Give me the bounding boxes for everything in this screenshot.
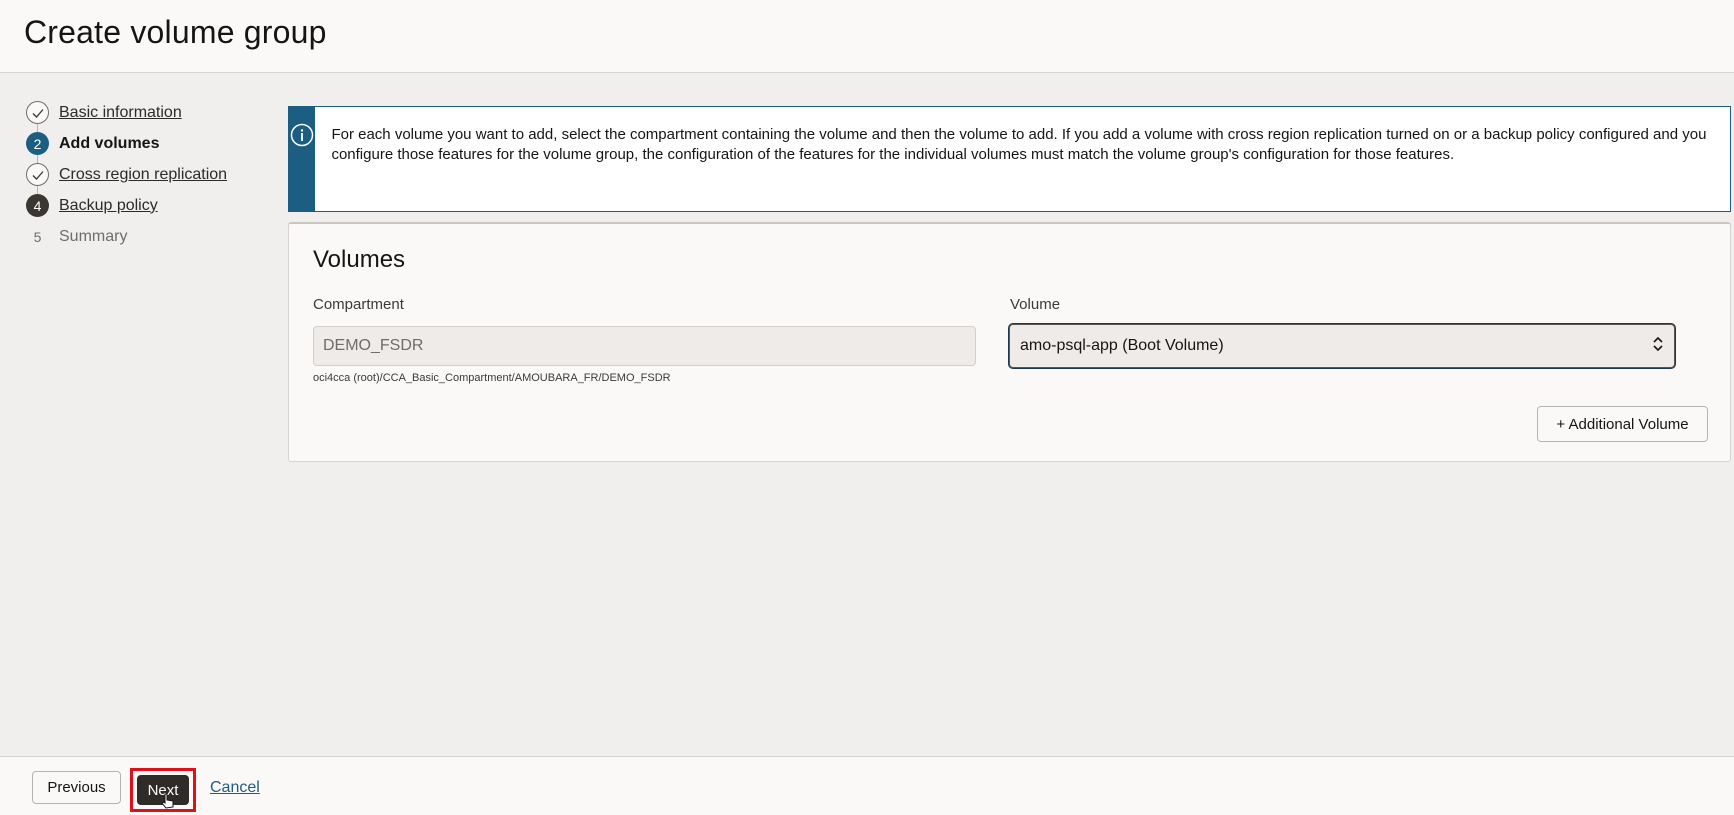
step-add-volumes: 2 Add volumes [26,128,266,159]
cancel-link[interactable]: Cancel [210,779,260,797]
volume-label: Volume [1010,296,1061,313]
info-banner: For each volume you want to add, select … [288,106,1731,212]
compartment-field: DEMO_FSDR [313,326,976,366]
previous-button[interactable]: Previous [32,771,121,804]
volumes-title: Volumes [313,246,406,273]
volumes-card: Volumes Compartment DEMO_FSDR oci4cca (r… [288,222,1731,462]
volume-select[interactable]: amo-psql-app (Boot Volume) [1009,324,1675,368]
hand-cursor-icon [161,793,175,812]
info-icon [290,123,314,211]
compartment-value: DEMO_FSDR [323,337,424,354]
step-label[interactable]: Basic information [59,104,182,122]
step-label[interactable]: Backup policy [59,197,158,215]
banner-side [289,107,316,211]
step-label[interactable]: Cross region replication [59,166,227,184]
step-basic-information[interactable]: Basic information [26,97,266,128]
page-header: Create volume group [0,0,1734,73]
compartment-label: Compartment [313,296,404,313]
next-button-highlight: Next [130,768,196,812]
chevron-updown-icon [1652,335,1664,358]
step-label: Summary [59,227,128,245]
compartment-path: oci4cca (root)/CCA_Basic_Compartment/AMO… [313,372,671,384]
volume-value: amo-psql-app (Boot Volume) [1020,337,1224,354]
checkmark-icon [26,163,49,186]
step-cross-region-replication[interactable]: Cross region replication [26,159,266,190]
step-number-badge: 5 [33,228,42,245]
banner-text: For each volume you want to add, select … [331,126,1707,163]
wizard-footer: Previous Next Cancel [0,756,1734,815]
step-summary: 5 Summary [26,221,266,252]
wizard-steps: Basic information 2 Add volumes Cross re… [26,97,266,252]
page-title: Create volume group [24,14,327,50]
checkmark-icon [26,101,49,124]
step-number-badge: 4 [26,194,49,217]
step-label: Add volumes [59,134,160,152]
step-number-badge: 2 [26,132,49,155]
add-volume-button[interactable]: + Additional Volume [1537,406,1708,442]
step-backup-policy[interactable]: 4 Backup policy [26,190,266,221]
